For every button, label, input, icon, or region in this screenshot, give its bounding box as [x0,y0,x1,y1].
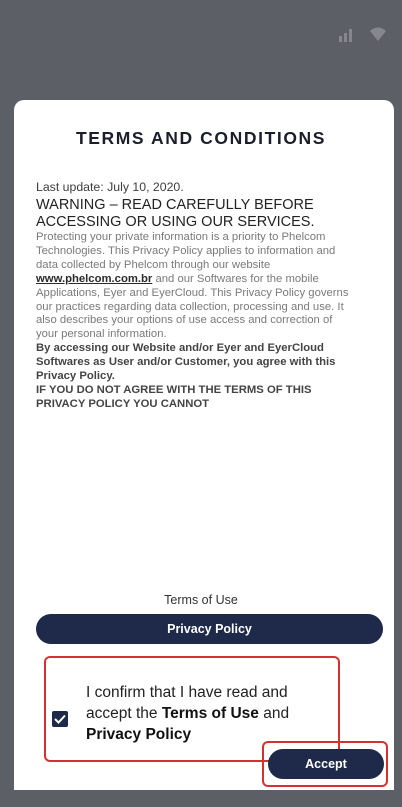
privacy-policy-bold: Privacy Policy [86,726,192,743]
status-bar [0,0,402,70]
warning-text: WARNING – READ CAREFULLY BEFORE ACCESSIN… [36,197,315,230]
signal-icon [339,29,352,42]
checkmark-icon [54,714,66,724]
dialog-title: TERMS AND CONDITIONS [75,128,327,148]
privacy-body-text: Protecting your private information is a… [36,231,349,341]
confirm-label: I confirm that I have read and accept th… [86,684,290,743]
privacy-policy-button[interactable]: Privacy Policy [36,614,383,644]
terms-of-use-link[interactable]: Terms of Use [0,593,402,607]
wifi-icon [370,27,386,41]
terms-of-use-bold: Terms of Use [161,705,259,722]
last-update-text: Last update: July 10, 2020. [36,180,184,194]
accept-button[interactable]: Accept [268,749,384,779]
website-link[interactable]: www.phelcom.com.br [36,273,152,285]
terms-scroll-area[interactable]: Last update: July 10, 2020. WARNING – RE… [36,180,354,568]
status-icons [338,26,388,42]
agreement-text: By accessing our Website and/or Eyer and… [36,342,336,383]
disagreement-text: IF YOU DO NOT AGREE WITH THE TERMS OF TH… [36,383,312,410]
confirm-checkbox[interactable] [52,711,68,727]
